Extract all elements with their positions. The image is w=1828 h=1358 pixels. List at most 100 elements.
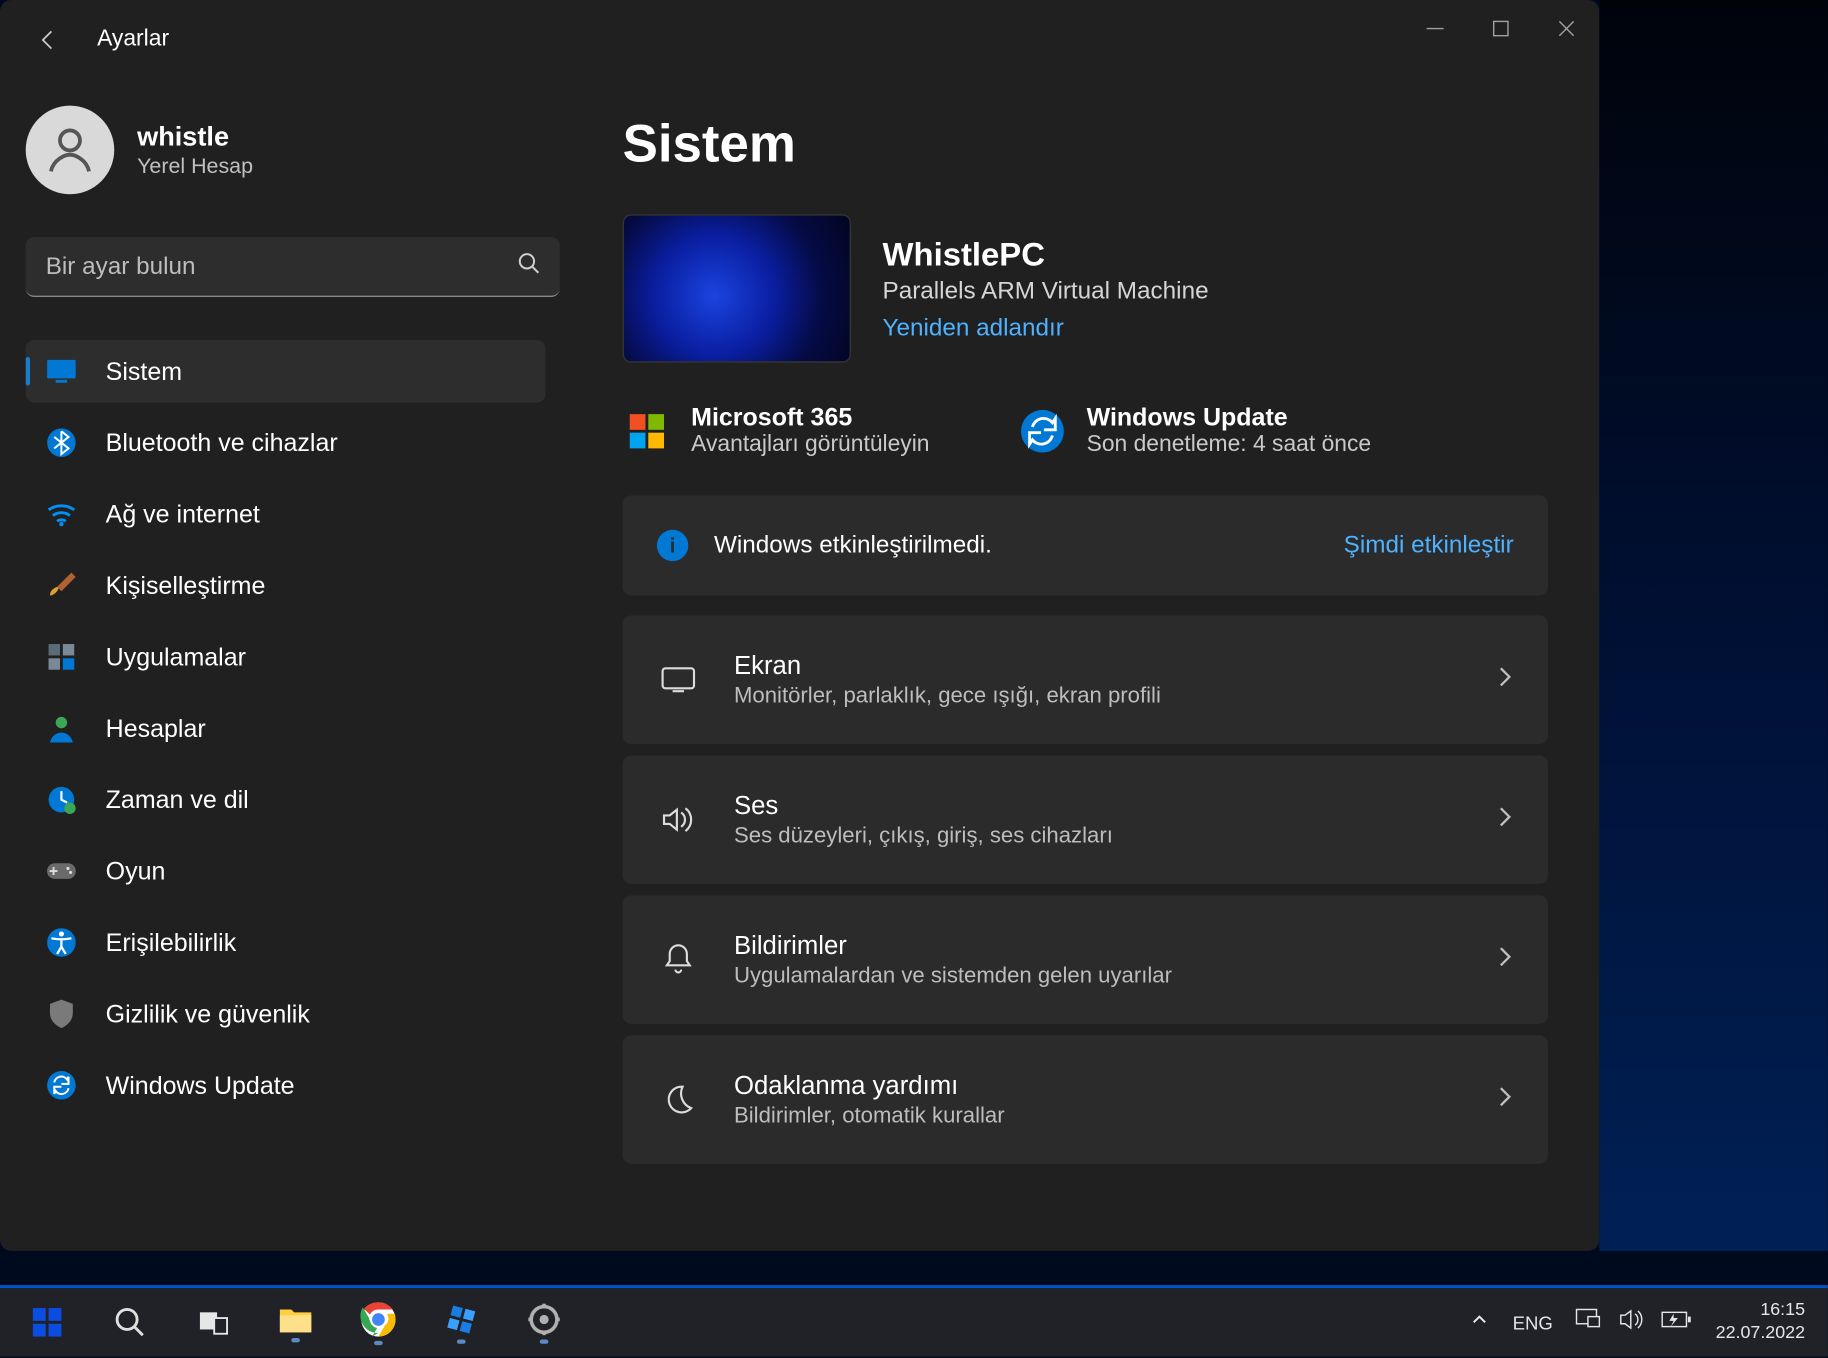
start-button[interactable] — [17, 1294, 77, 1351]
language-indicator[interactable]: ENG — [1513, 1312, 1553, 1333]
shortcut-winupdate[interactable]: Windows UpdateSon denetleme: 4 saat önce — [1018, 403, 1371, 459]
shortcut-title: Microsoft 365 — [691, 403, 929, 433]
settings-taskbar-icon[interactable] — [514, 1294, 574, 1351]
sidebar-item-monitor[interactable]: Sistem — [26, 340, 546, 403]
profile-name: whistle — [137, 122, 253, 153]
gamepad-icon — [46, 855, 77, 886]
close-button[interactable] — [1534, 0, 1600, 57]
sidebar-item-clock-globe[interactable]: Zaman ve dil — [26, 768, 546, 831]
clock[interactable]: 16:15 22.07.2022 — [1716, 1300, 1805, 1345]
shortcut-title: Windows Update — [1087, 403, 1372, 433]
pc-desc: Parallels ARM Virtual Machine — [883, 276, 1209, 305]
avatar-icon — [26, 106, 115, 195]
item-title: Ses — [734, 790, 1113, 820]
settings-item-moon[interactable]: Odaklanma yardımı Bildirimler, otomatik k… — [623, 1035, 1548, 1164]
item-title: Ekran — [734, 650, 1161, 680]
settings-item-sound[interactable]: Ses Ses düzeyleri, çıkış, giriş, ses ciha… — [623, 755, 1548, 884]
sidebar-item-label: Erişilebilirlik — [106, 927, 237, 957]
shortcut-sub: Son denetleme: 4 saat önce — [1087, 433, 1372, 459]
sidebar-item-label: Zaman ve dil — [106, 785, 249, 815]
search-input[interactable] — [46, 252, 517, 281]
sidebar-item-label: Bluetooth ve cihazlar — [106, 428, 338, 458]
sidebar-item-gamepad[interactable]: Oyun — [26, 840, 546, 903]
date: 22.07.2022 — [1716, 1322, 1805, 1344]
sidebar-item-bluetooth[interactable]: Bluetooth ve cihazlar — [26, 411, 546, 474]
brush-icon — [46, 570, 77, 601]
sidebar-item-wifi[interactable]: Ağ ve internet — [26, 483, 546, 546]
monitor-icon — [46, 356, 77, 387]
activation-alert[interactable]: i Windows etkinleştirilmedi. Şimdi etkin… — [623, 496, 1548, 596]
ms365-icon — [623, 406, 672, 455]
app-blue-icon[interactable] — [431, 1294, 491, 1351]
sidebar-item-label: Hesaplar — [106, 713, 206, 743]
search-box[interactable] — [26, 237, 560, 297]
clock-globe-icon — [46, 784, 77, 815]
sidebar-item-sync[interactable]: Windows Update — [26, 1054, 546, 1117]
sidebar-item-label: Gizlilik ve güvenlik — [106, 999, 310, 1029]
apps-icon — [46, 641, 77, 672]
search-icon — [517, 251, 540, 281]
time: 16:15 — [1716, 1300, 1805, 1322]
bluetooth-icon — [46, 427, 77, 458]
taskbar: ENG 16:15 22.07.2022 — [0, 1285, 1828, 1356]
explorer-icon[interactable] — [266, 1294, 326, 1351]
item-sub: Monitörler, parlaklık, gece ışığı, ekran… — [734, 683, 1161, 709]
chrome-icon[interactable] — [348, 1294, 408, 1351]
item-sub: Bildirimler, otomatik kurallar — [734, 1103, 1005, 1129]
screen-icon — [657, 665, 700, 694]
shield-icon — [46, 998, 77, 1029]
tray-monitor-icon[interactable] — [1576, 1307, 1602, 1337]
settings-window: Ayarlar whistle Yerel Hesap SistemBl — [0, 0, 1599, 1251]
profile-block[interactable]: whistle Yerel Hesap — [26, 100, 546, 194]
alert-text: Windows etkinleştirilmedi. — [714, 531, 1344, 560]
bell-icon — [657, 941, 700, 978]
item-sub: Uygulamalardan ve sistemden gelen uyarıl… — [734, 963, 1172, 989]
wifi-icon — [46, 498, 77, 529]
minimize-button[interactable] — [1402, 0, 1468, 57]
sidebar-item-person[interactable]: Hesaplar — [26, 697, 546, 760]
pc-info: WhistlePC Parallels ARM Virtual Machine … — [623, 214, 1548, 363]
back-button[interactable] — [29, 20, 69, 60]
moon-icon — [657, 1082, 700, 1116]
settings-item-bell[interactable]: Bildirimler Uygulamalardan ve sistemden g… — [623, 895, 1548, 1024]
chevron-right-icon — [1497, 945, 1514, 975]
pc-wallpaper-thumb — [623, 214, 851, 363]
rename-link[interactable]: Yeniden adlandır — [883, 313, 1209, 342]
desktop-background — [1599, 0, 1827, 1251]
page-heading: Sistem — [623, 114, 1548, 174]
sidebar-item-label: Ağ ve internet — [106, 499, 260, 529]
battery-icon[interactable] — [1661, 1309, 1692, 1336]
maximize-button[interactable] — [1468, 0, 1534, 57]
accessibility-icon — [46, 927, 77, 958]
chevron-right-icon — [1497, 805, 1514, 835]
info-icon: i — [657, 530, 688, 561]
winupdate-icon — [1018, 406, 1067, 455]
person-icon — [46, 713, 77, 744]
sidebar: whistle Yerel Hesap Sistem Bluetooth ve c… — [0, 80, 571, 1251]
sidebar-item-brush[interactable]: Kişiselleştirme — [26, 554, 546, 617]
sidebar-item-apps[interactable]: Uygulamalar — [26, 625, 546, 688]
chevron-right-icon — [1497, 1085, 1514, 1115]
chevron-right-icon — [1497, 665, 1514, 695]
activate-link[interactable]: Şimdi etkinleştir — [1344, 531, 1514, 560]
settings-item-screen[interactable]: Ekran Monitörler, parlaklık, gece ışığı, … — [623, 615, 1548, 744]
titlebar: Ayarlar — [0, 0, 1599, 80]
main-content: Sistem WhistlePC Parallels ARM Virtual M… — [571, 80, 1599, 1251]
sound-icon — [657, 804, 700, 835]
sidebar-item-accessibility[interactable]: Erişilebilirlik — [26, 911, 546, 974]
item-sub: Ses düzeyleri, çıkış, giriş, ses cihazla… — [734, 823, 1113, 849]
search-taskbar-icon[interactable] — [100, 1294, 160, 1351]
item-title: Bildirimler — [734, 930, 1172, 960]
taskview-icon[interactable] — [183, 1294, 243, 1351]
tray-chevron-icon[interactable] — [1470, 1309, 1490, 1336]
sync-icon — [46, 1070, 77, 1101]
item-title: Odaklanma yardımı — [734, 1070, 1005, 1100]
sidebar-item-label: Kişiselleştirme — [106, 570, 266, 600]
shortcut-sub: Avantajları görüntüleyin — [691, 433, 929, 459]
pc-name: WhistlePC — [883, 235, 1209, 274]
sidebar-item-shield[interactable]: Gizlilik ve güvenlik — [26, 982, 546, 1045]
sidebar-item-label: Oyun — [106, 856, 166, 886]
volume-icon[interactable] — [1619, 1307, 1645, 1337]
shortcut-ms365[interactable]: Microsoft 365Avantajları görüntüleyin — [623, 403, 930, 459]
sidebar-item-label: Sistem — [106, 356, 182, 386]
